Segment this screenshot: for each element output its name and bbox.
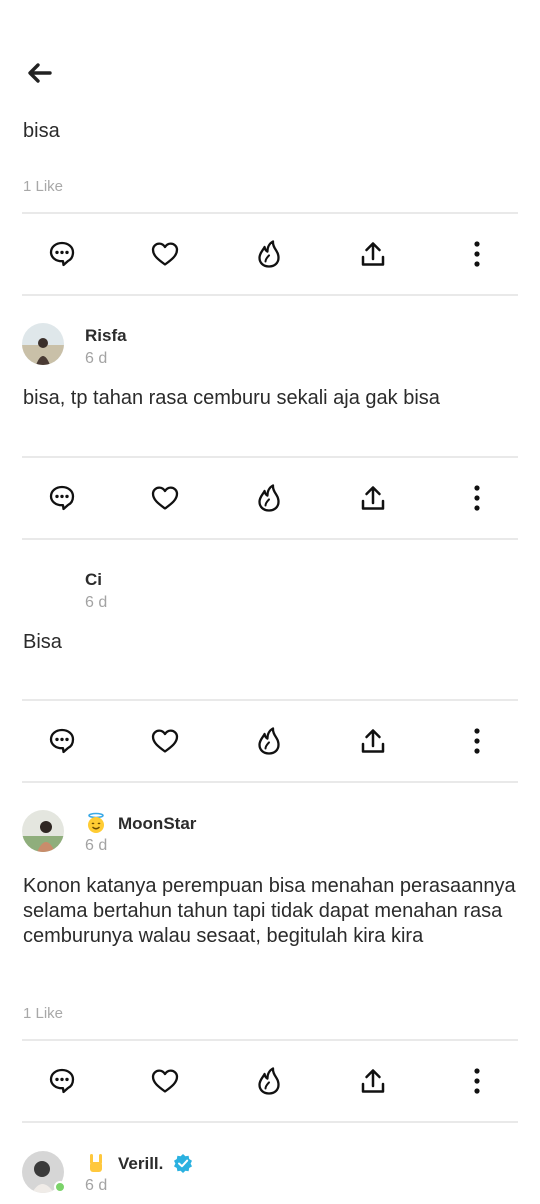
timestamp: 6 d (85, 594, 108, 611)
username[interactable]: Verill. (118, 1154, 163, 1174)
comment-bubble-icon (49, 728, 75, 754)
comment-button[interactable] (40, 458, 84, 538)
fire-button[interactable] (247, 701, 291, 781)
verified-icon (172, 1152, 194, 1174)
like-button[interactable] (143, 458, 187, 538)
avatar[interactable] (22, 810, 64, 852)
like-button[interactable] (143, 1041, 187, 1121)
comment-bubble-icon (49, 485, 75, 511)
divider (22, 294, 518, 296)
divider (22, 1121, 518, 1123)
comment-button[interactable] (40, 1041, 84, 1121)
username[interactable]: Risfa (85, 326, 127, 346)
comment-button[interactable] (40, 214, 84, 294)
action-bar (22, 458, 518, 538)
share-button[interactable] (351, 458, 395, 538)
more-options-button[interactable] (455, 214, 499, 294)
divider (22, 781, 518, 783)
share-upload-icon (361, 729, 385, 753)
fire-button[interactable] (247, 458, 291, 538)
share-upload-icon (361, 486, 385, 510)
username[interactable]: MoonStar (118, 814, 196, 834)
post-text: bisa (23, 120, 60, 142)
sign-of-horns-icon (85, 1152, 107, 1174)
comment-text: bisa, tp tahan rasa cemburu sekali aja g… (23, 387, 440, 409)
flame-icon (258, 484, 280, 512)
like-count[interactable]: 1 Like (23, 1005, 63, 1022)
more-vertical-icon (474, 485, 480, 511)
comment-text: Bisa (23, 631, 62, 653)
heart-icon (151, 242, 179, 266)
comment-text: Konon katanya perempuan bisa menahan per… (23, 875, 516, 947)
fire-button[interactable] (247, 1041, 291, 1121)
share-button[interactable] (351, 1041, 395, 1121)
share-upload-icon (361, 1069, 385, 1093)
smiling-face-with-halo-icon (85, 812, 107, 834)
fire-button[interactable] (247, 214, 291, 294)
share-upload-icon (361, 242, 385, 266)
timestamp: 6 d (85, 350, 108, 367)
share-button[interactable] (351, 214, 395, 294)
flame-icon (258, 727, 280, 755)
more-options-button[interactable] (455, 458, 499, 538)
like-button[interactable] (143, 214, 187, 294)
action-bar (22, 214, 518, 294)
heart-icon (151, 729, 179, 753)
comment-button[interactable] (40, 701, 84, 781)
timestamp: 6 d (85, 837, 108, 854)
arrow-left-icon (28, 63, 52, 83)
more-vertical-icon (474, 728, 480, 754)
more-vertical-icon (474, 241, 480, 267)
more-options-button[interactable] (455, 1041, 499, 1121)
online-status-dot (54, 1181, 66, 1193)
action-bar (22, 1041, 518, 1121)
action-bar (22, 701, 518, 781)
share-button[interactable] (351, 701, 395, 781)
heart-icon (151, 486, 179, 510)
comment-bubble-icon (49, 1068, 75, 1094)
timestamp: 6 d (85, 1177, 108, 1194)
like-count[interactable]: 1 Like (23, 178, 63, 195)
avatar[interactable] (22, 323, 64, 365)
like-button[interactable] (143, 701, 187, 781)
flame-icon (258, 1067, 280, 1095)
flame-icon (258, 240, 280, 268)
heart-icon (151, 1069, 179, 1093)
more-options-button[interactable] (455, 701, 499, 781)
divider (22, 538, 518, 540)
username[interactable]: Ci (85, 570, 102, 590)
comment-bubble-icon (49, 241, 75, 267)
more-vertical-icon (474, 1068, 480, 1094)
back-button[interactable] (22, 58, 56, 88)
